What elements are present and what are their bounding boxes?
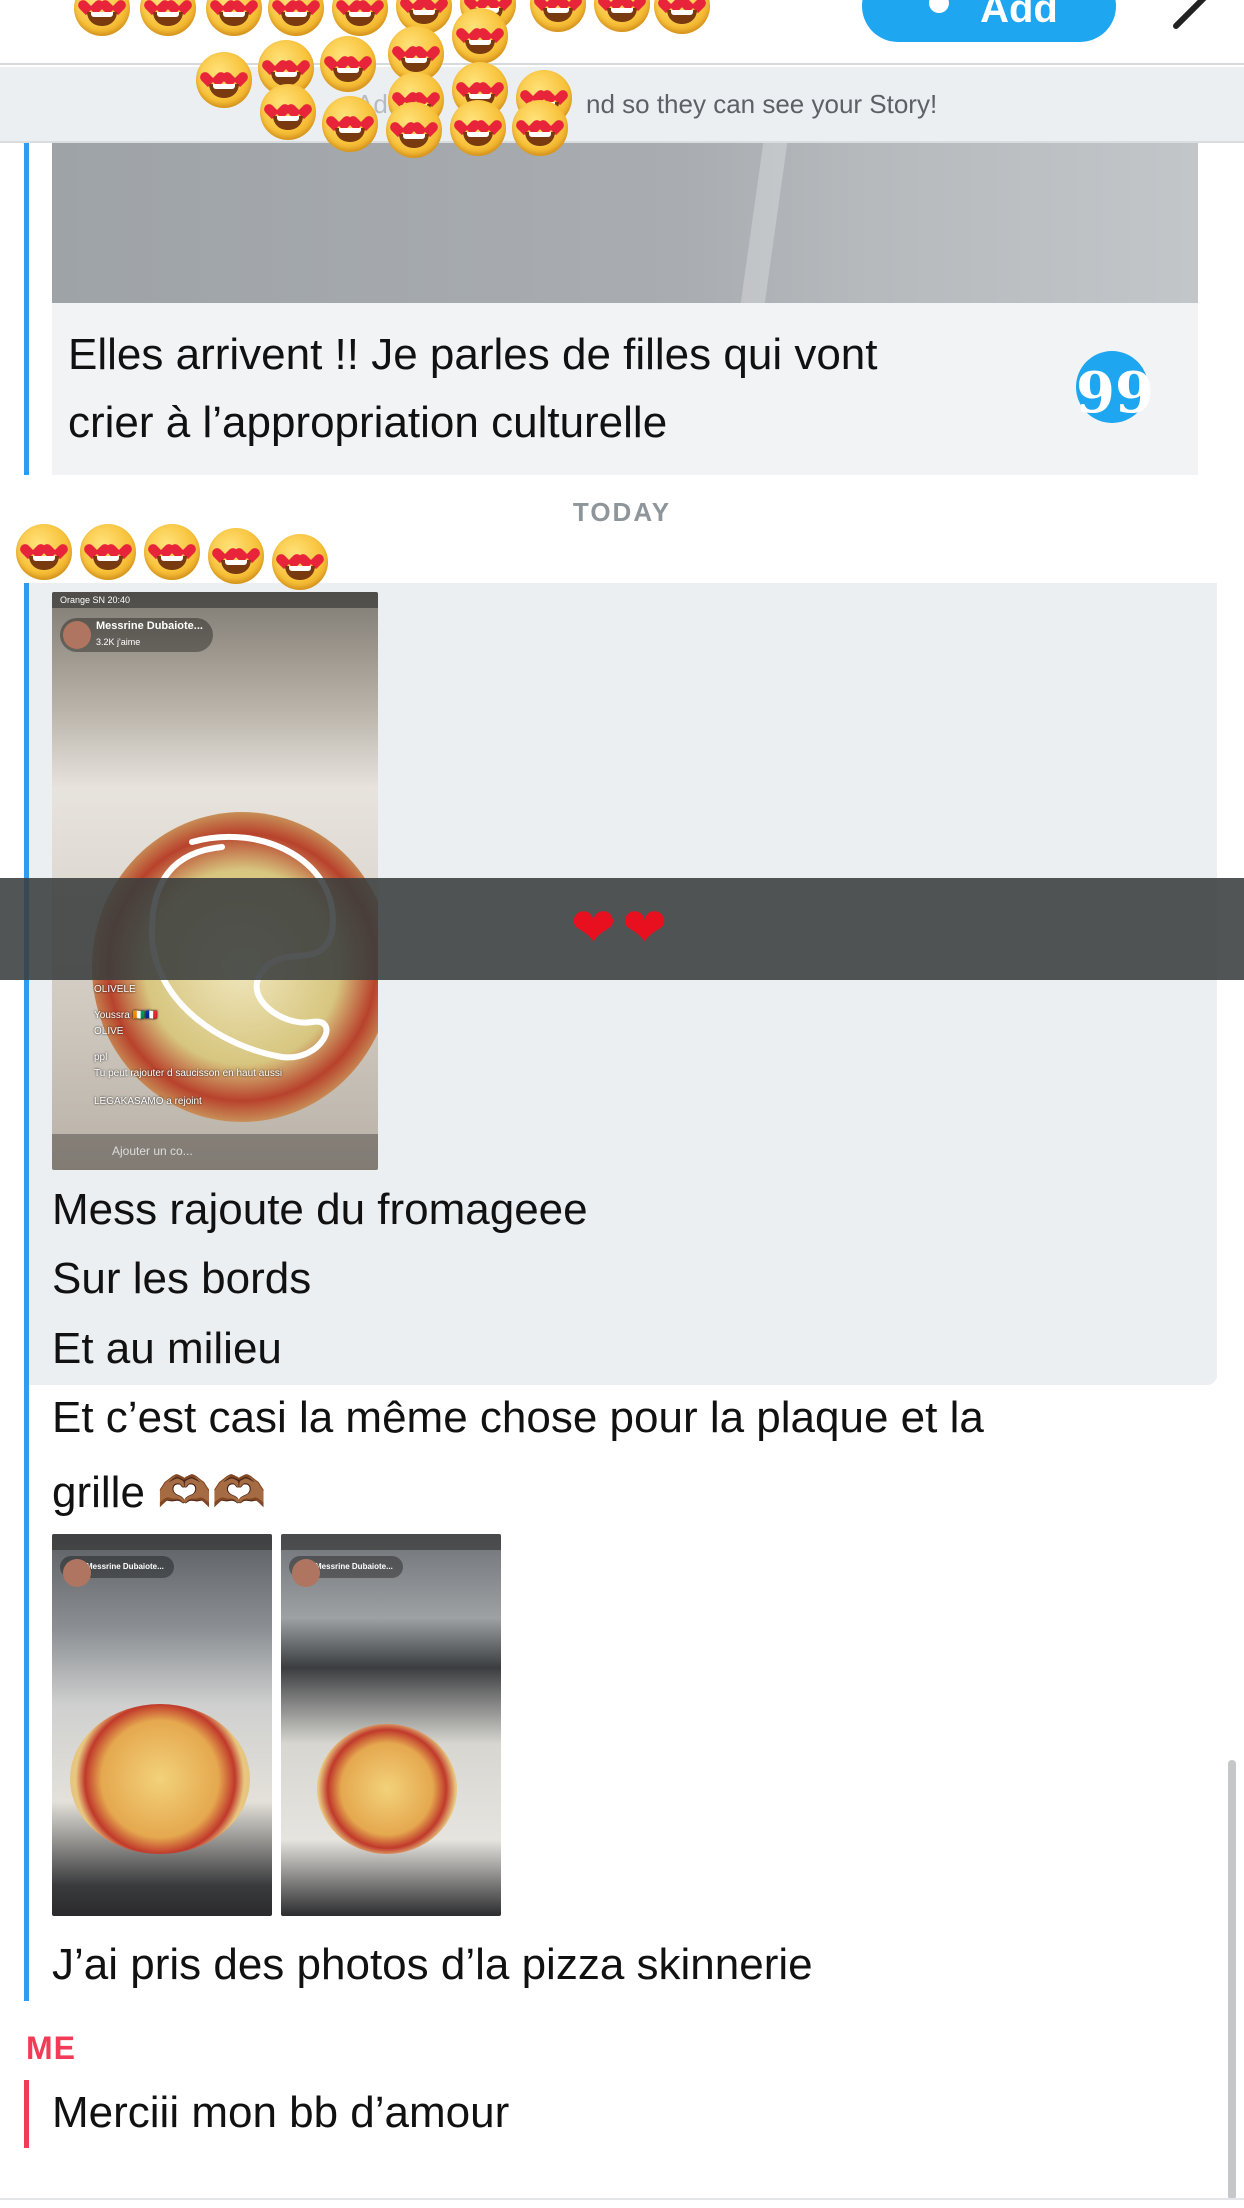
snap-comment-name: OLIVE: [94, 1026, 124, 1037]
heart-icon: ❤❤: [570, 896, 674, 959]
snap-thumbnail[interactable]: Messrine Dubaiote...: [52, 1534, 272, 1916]
snap-joined-text: LEGAKASAMO a rejoint: [94, 1096, 202, 1107]
snap-profile-name: Messrine Dubaiote...: [315, 1562, 393, 1571]
pizza-image: [317, 1724, 457, 1854]
heart-eyes-icon: [208, 528, 264, 584]
heart-eyes-icon: [322, 96, 378, 152]
snap-profile-chip: Messrine Dubaiote... 3.2K j'aime: [60, 618, 213, 652]
snap-comments: OLIVELE Youssra 🇨🇮🇫🇷 OLIVE ppl Tu peut r…: [60, 982, 370, 1110]
snap-input-placeholder: Ajouter un co...: [112, 1144, 193, 1158]
snap-profile-likes: 3.2K j'aime: [96, 637, 141, 647]
snap-profile-name: Messrine Dubaiote...: [86, 1562, 164, 1571]
heart-eyes-icon: [386, 102, 442, 158]
heart-eyes-icon: [594, 0, 650, 32]
snap-comment-name: ppl: [94, 1052, 108, 1063]
heart-eyes-icon: [512, 100, 568, 156]
heart-eyes-icon: [140, 0, 196, 36]
snap-status-bar: [281, 1534, 501, 1550]
friend-message[interactable]: Et c’est casi la même chose pour la plaq…: [52, 1383, 984, 1453]
sender-label-me: ME: [26, 2030, 76, 2066]
heart-eyes-icon: [80, 524, 136, 580]
heart-eyes-icon: [332, 0, 388, 36]
friend-message[interactable]: Sur les bords: [52, 1244, 311, 1314]
heart-eyes-icon: [206, 0, 262, 36]
heart-eyes-icon: [74, 0, 130, 36]
heart-eyes-icon: [196, 52, 252, 108]
snap-input-bar: Ajouter un co...: [52, 1134, 378, 1170]
friend-message[interactable]: grille 🫶🏾🫶🏾: [52, 1458, 267, 1528]
friend-message[interactable]: J’ai pris des photos d’la pizza skinneri…: [52, 1930, 813, 2000]
friend-message[interactable]: Mess rajoute du fromageee: [52, 1175, 588, 1245]
heart-eyes-icon: [452, 8, 508, 64]
snap-thumbnail[interactable]: Messrine Dubaiote...: [281, 1534, 501, 1916]
heart-eyes-icon: [260, 84, 316, 140]
friend-message[interactable]: Et au milieu: [52, 1314, 282, 1384]
heart-eyes-emoji-sticker: [0, 0, 1244, 600]
snap-comment-name: OLIVELE: [94, 984, 136, 995]
pizza-image: [70, 1704, 250, 1854]
heart-eyes-icon: [268, 0, 324, 36]
heart-eyes-icon: [16, 524, 72, 580]
snap-comment-name: Youssra 🇨🇮🇫🇷: [94, 1010, 158, 1021]
snap-profile-name: Messrine Dubaiote...: [96, 620, 203, 632]
me-message[interactable]: Merciii mon bb d’amour: [52, 2078, 509, 2148]
heart-eyes-icon: [654, 0, 710, 34]
heart-eyes-icon: [272, 534, 328, 590]
snap-profile-chip: Messrine Dubaiote...: [289, 1556, 403, 1587]
heart-eyes-icon: [530, 0, 586, 32]
divider-line: [0, 2198, 1244, 2200]
snap-comment-text: Tu peut rajouter d saucisson en haut aus…: [94, 1068, 283, 1079]
heart-eyes-icon: [320, 36, 376, 92]
scrollbar[interactable]: [1228, 1760, 1236, 2200]
caption-overlay-bar: ❤❤: [0, 878, 1244, 980]
snap-status-bar: [52, 1534, 272, 1550]
heart-eyes-icon: [450, 100, 506, 156]
heart-eyes-icon: [144, 524, 200, 580]
snap-profile-chip: Messrine Dubaiote...: [60, 1556, 174, 1587]
me-message-rail: [24, 2080, 29, 2148]
